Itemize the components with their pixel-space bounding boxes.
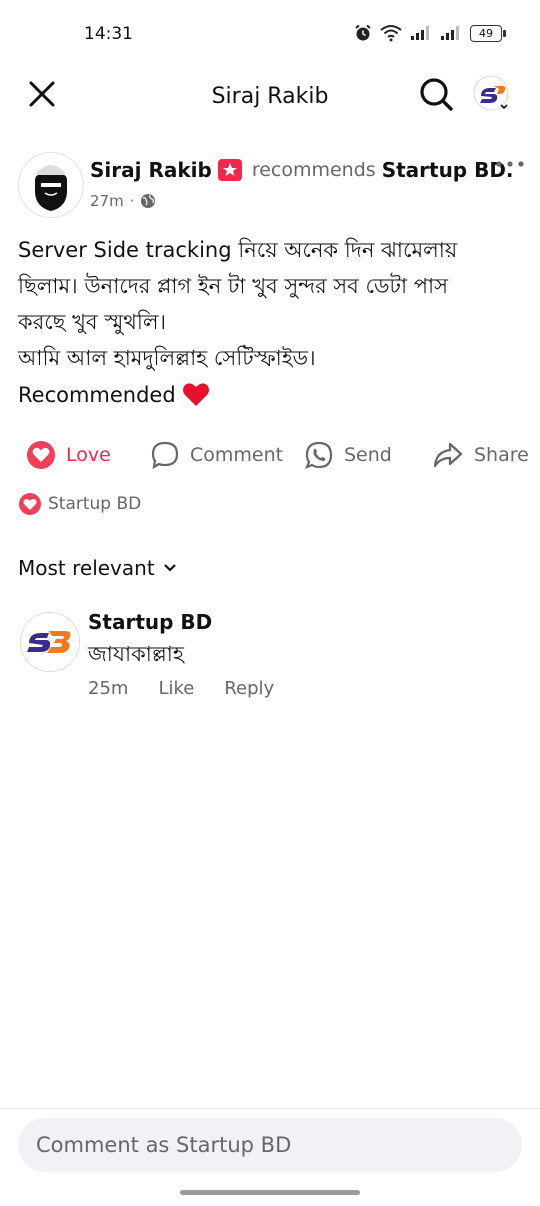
comment-reply-button[interactable]: Reply: [224, 678, 274, 699]
home-indicator[interactable]: [180, 1190, 360, 1195]
more-dots-icon: [496, 161, 524, 167]
reaction-summary[interactable]: Startup BD: [18, 492, 141, 516]
wifi-icon: [380, 25, 402, 42]
post-body-line: আমি আল হামদুলিল্লাহ সেটিস্ফাইড।: [18, 346, 316, 370]
battery-indicator: 49: [470, 24, 506, 42]
signal-icon-2: [441, 26, 459, 40]
profile-switcher-button[interactable]: [472, 74, 512, 114]
love-reaction-icon: [27, 441, 55, 469]
post-time[interactable]: 27m: [90, 192, 124, 210]
bearded-man-avatar-icon: [19, 153, 83, 217]
alarm-icon: [355, 24, 371, 41]
post-body-recommended-line: Recommended: [18, 376, 528, 413]
globe-icon: [141, 194, 156, 208]
comment-avatar[interactable]: [20, 612, 80, 672]
status-time: 14:31: [84, 24, 133, 44]
recommend-badge: [217, 159, 242, 181]
comment-input-placeholder: Comment as Startup BD: [36, 1133, 292, 1157]
comment-bubble-icon: [151, 441, 179, 470]
search-icon: [420, 78, 453, 111]
post-body: Server Side tracking নিয়ে অনেক দিন ঝামে…: [18, 232, 528, 413]
reacted-by: Startup BD: [48, 494, 142, 514]
comment-meta: 25m Like Reply: [88, 678, 274, 699]
comment-sort-dropdown[interactable]: Most relevant: [18, 556, 177, 580]
chevron-down-icon: [163, 564, 176, 572]
share-label: Share: [474, 444, 529, 466]
status-icons: 49: [354, 24, 506, 42]
send-button[interactable]: Send: [304, 432, 392, 478]
love-label: Love: [66, 444, 111, 466]
author-name[interactable]: Siraj Rakib: [90, 158, 212, 182]
post-body-line: করছে খুব স্মুথলি।: [18, 310, 167, 334]
page-title: Siraj Rakib: [211, 84, 329, 109]
whatsapp-icon: [305, 441, 333, 469]
comment-time: 25m: [88, 678, 129, 699]
author-avatar[interactable]: [18, 152, 84, 218]
send-label: Send: [344, 444, 392, 466]
meta-separator: ·: [129, 192, 135, 210]
battery-level: 49: [479, 26, 493, 40]
comment-text: জাযাকাল্লাহ: [88, 642, 184, 666]
recommend-star-icon: [222, 163, 237, 176]
love-button[interactable]: Love: [26, 432, 111, 478]
signal-icon-1: [411, 26, 429, 40]
heart-emoji: [182, 380, 210, 408]
recommended-text: Recommended: [18, 383, 176, 407]
comment-like-button[interactable]: Like: [158, 678, 194, 699]
comment-button[interactable]: Comment: [150, 432, 283, 478]
post-action-bar: Love Comment Send Share: [0, 432, 540, 478]
heart-icon: [183, 383, 210, 406]
startup-bd-logo-icon: [21, 613, 79, 671]
post-meta: 27m ·: [90, 192, 156, 210]
search-button[interactable]: [416, 74, 456, 114]
sort-label: Most relevant: [18, 556, 155, 580]
share-button[interactable]: Share: [432, 432, 529, 478]
love-reaction-small-icon: [19, 493, 41, 515]
comment-author[interactable]: Startup BD: [88, 610, 212, 634]
profile-icon: [473, 75, 509, 111]
comment-input[interactable]: Comment as Startup BD: [18, 1118, 522, 1172]
recommends-word: recommends: [251, 159, 376, 181]
post-author-line: Siraj Rakib recommends Startup BD.: [90, 158, 514, 182]
post-options-button[interactable]: [494, 152, 526, 176]
post-body-line: Server Side tracking নিয়ে অনেক দিন ঝামে…: [18, 238, 458, 262]
comment-label: Comment: [190, 444, 284, 466]
share-arrow-icon: [433, 442, 463, 468]
post-body-line: ছিলাম। উনাদের প্লাগ ইন টা খুব সুন্দর সব …: [18, 274, 448, 298]
composer-divider: [0, 1108, 540, 1109]
